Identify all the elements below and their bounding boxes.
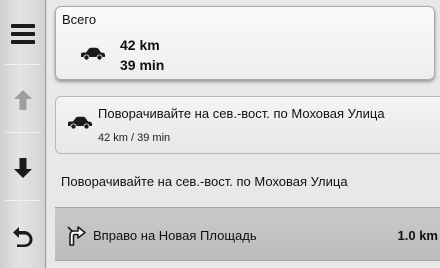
- menu-icon: [11, 24, 35, 44]
- instruction-text: Поворачивайте на сев.-вост. по Моховая У…: [98, 106, 385, 121]
- turn-instruction: Вправо на Новая Площадь: [93, 228, 257, 243]
- instruction-distance-time: 42 km / 39 min: [98, 132, 171, 144]
- scroll-up-button[interactable]: [0, 74, 46, 126]
- instruction-card[interactable]: Поворачивайте на сев.-вост. по Моховая У…: [55, 96, 440, 154]
- sidebar-divider: [5, 132, 41, 133]
- turn-distance: 1.0 km: [397, 228, 438, 243]
- car-icon: [68, 116, 92, 130]
- car-icon: [81, 47, 105, 61]
- route-summary-card[interactable]: Всего 42 km 39 min: [55, 6, 435, 80]
- scroll-down-button[interactable]: [0, 142, 46, 194]
- total-distance: 42 km: [120, 37, 160, 53]
- back-button[interactable]: [0, 210, 46, 262]
- sidebar: [0, 0, 46, 268]
- total-time: 39 min: [120, 57, 165, 73]
- route-list: Всего 42 km 39 min Поворачивайте на сев.…: [47, 0, 440, 268]
- turn-row[interactable]: Вправо на Новая Площадь 1.0 km: [55, 207, 440, 261]
- arrow-up-icon: [14, 90, 32, 110]
- back-icon: [13, 227, 33, 247]
- step-detail: Поворачивайте на сев.-вост. по Моховая У…: [61, 174, 348, 189]
- arrow-down-icon: [14, 158, 32, 178]
- sidebar-divider: [5, 200, 41, 201]
- menu-button[interactable]: [0, 8, 46, 60]
- summary-title: Всего: [62, 12, 97, 27]
- turn-right-icon: [67, 226, 86, 246]
- sidebar-divider: [5, 64, 41, 65]
